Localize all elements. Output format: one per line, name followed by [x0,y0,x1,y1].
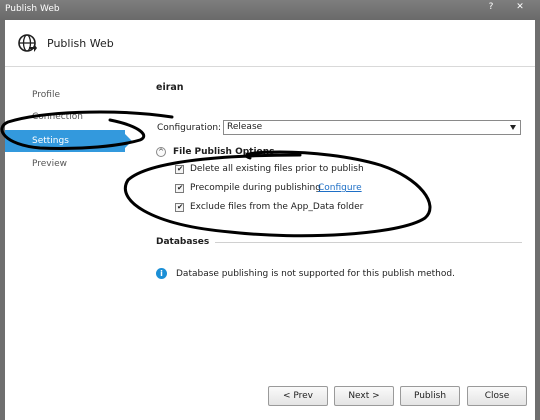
profile-name: eiran [156,82,184,93]
help-button[interactable]: ? [482,1,500,13]
database-info-text: Database publishing is not supported for… [176,269,455,279]
chevron-down-icon [510,125,516,130]
dialog-footer: < Prev Next > Publish Close [5,373,535,420]
window-close-button[interactable]: ✕ [505,1,535,13]
collapse-icon[interactable]: ^ [156,147,166,157]
configuration-value: Release [227,122,263,132]
nav-item-preview[interactable]: Preview [5,153,125,175]
window-title: Publish Web [5,4,60,14]
configure-link[interactable]: Configure [318,183,362,193]
nav-item-settings[interactable]: Settings [5,130,132,152]
globe-icon [18,34,37,52]
info-icon: i [156,268,167,279]
precompile-checkbox[interactable] [175,183,184,193]
exclude-app-data-checkbox[interactable] [175,202,184,212]
databases-divider [215,242,522,243]
configuration-select[interactable]: Release [223,120,521,135]
delete-existing-checkbox[interactable] [175,164,184,174]
settings-panel: eiran Configuration: Release ^ File Publ… [135,68,527,368]
prev-button[interactable]: < Prev [268,386,328,406]
file-publish-options-header: ^ File Publish Options [156,147,526,159]
nav-item-profile[interactable]: Profile [5,84,125,106]
option-label: Exclude files from the App_Data folder [190,202,364,212]
publish-dialog: Publish Web Profile Connection Settings … [5,20,535,420]
dialog-title: Publish Web [47,37,114,50]
wizard-nav: Profile Connection Settings Preview [5,68,132,373]
file-publish-options-label: File Publish Options [173,147,275,157]
next-button[interactable]: Next > [334,386,394,406]
close-button[interactable]: Close [467,386,527,406]
databases-heading: Databases [156,237,210,247]
nav-item-connection[interactable]: Connection [5,106,125,128]
option-label: Delete all existing files prior to publi… [190,164,364,174]
option-label: Precompile during publishing [190,183,321,193]
window-titlebar: Publish Web ? ✕ [0,0,540,20]
configuration-label: Configuration: [157,123,222,133]
publish-button[interactable]: Publish [400,386,460,406]
dialog-header: Publish Web [5,20,535,67]
